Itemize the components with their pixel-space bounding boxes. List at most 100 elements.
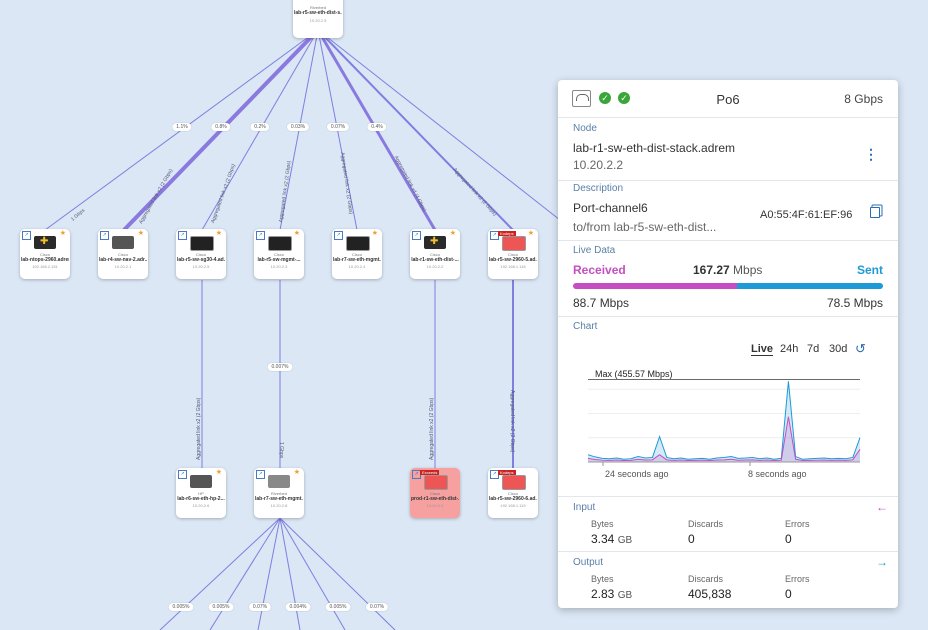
cisco-switch-icon — [424, 475, 448, 490]
cisco-switch-icon — [346, 236, 370, 251]
section-label: Chart — [573, 321, 598, 332]
chart-section: Chart Live 24h 7d 30d ↺ Max (455.57 Mbps… — [558, 316, 898, 497]
description-section: Description Port-channel6 to/from lab-r5… — [558, 180, 898, 241]
discards-label: Discards — [688, 519, 724, 529]
star-icon: ★ — [215, 230, 222, 237]
device-node[interactable]: ↗ ★ Cisco lab-r4-sw-nav-2.adr... 10.20.2.… — [98, 229, 148, 279]
received-value: 88.7 Mbps — [573, 296, 630, 310]
sent-label: Sent — [856, 263, 883, 277]
history-icon[interactable]: ↺ — [855, 341, 866, 357]
output-discards: 405,838 — [688, 587, 732, 601]
device-node[interactable]: ↗ ★ Cisco lab-r5-sw-sg30-4.ad... 10.20.2.… — [176, 229, 226, 279]
edge-utilization-label[interactable]: 0.005% — [168, 603, 194, 611]
edge-utilization-label[interactable]: 1.1% — [172, 123, 192, 131]
interface-speed: 8 Gbps — [844, 92, 883, 106]
output-section: Output → Bytes Discards Errors 2.83 GB 4… — [558, 551, 898, 609]
edge-utilization-label[interactable]: 0.8% — [211, 123, 231, 131]
node-info-icon[interactable]: ↗ — [256, 231, 265, 240]
edge-utilization-label[interactable]: 0.4% — [367, 123, 387, 131]
node-info-icon[interactable]: ↗ — [178, 231, 187, 240]
section-label: Description — [573, 183, 624, 194]
device-node[interactable]: ↗ ★ Cisco lab-r5-sw-mgmt-... 10.20.2.3 — [254, 229, 304, 279]
device-node[interactable]: ↗ Exceeds Cisco prod-r1-sw-eth-dist-... … — [410, 468, 460, 518]
cisco-switch-icon — [268, 236, 292, 251]
node-name[interactable]: lab-r1-sw-eth-dist-stack.adrem — [573, 141, 735, 155]
input-discards: 0 — [688, 532, 695, 546]
star-icon: ★ — [59, 230, 66, 237]
series-line — [588, 416, 861, 462]
device-node[interactable]: ↗ ★ Kodeps Cisco lab-r5-sw-2960-5.ad... 1… — [488, 229, 538, 279]
star-icon: ★ — [137, 230, 144, 237]
tab-live[interactable]: Live — [751, 343, 774, 356]
link-label: Aggregated link x2 (2 Gbps) — [509, 390, 515, 453]
more-menu-icon[interactable]: ⋮ — [864, 146, 878, 163]
section-label: Node — [573, 123, 597, 134]
errors-label: Errors — [785, 519, 810, 529]
node-info-icon[interactable]: ↗ — [256, 470, 265, 479]
peer-description: to/from lab-r5-sw-eth-dist... — [573, 220, 717, 234]
input-bytes: 3.34 GB — [591, 532, 633, 546]
device-node[interactable]: ↗ ★ Cisco lab-r7-sw-eth-mgmt... 10.20.2.4 — [332, 229, 382, 279]
errors-label: Errors — [785, 574, 810, 584]
edge-utilization-label[interactable]: 0.005% — [208, 603, 234, 611]
received-bar — [573, 283, 738, 289]
tab-24h[interactable]: 24h — [780, 343, 798, 355]
server-icon — [112, 236, 134, 249]
warning-device-icon — [34, 236, 56, 249]
edge-utilization-label[interactable]: 0.03% — [286, 123, 310, 131]
panel-header: ✓ ✓ Po6 8 Gbps — [558, 80, 898, 117]
node-info-icon[interactable]: ↗ — [178, 470, 187, 479]
live-data-section: Live Data Received 167.27 Mbps Sent 88.7… — [558, 240, 898, 317]
link-details-panel: ✓ ✓ Po6 8 Gbps Node lab-r1-sw-eth-dist-s… — [558, 80, 898, 608]
discards-label: Discards — [688, 574, 724, 584]
node-info-icon[interactable]: ↗ — [334, 231, 343, 240]
bytes-label: Bytes — [591, 574, 614, 584]
edge-utilization-label[interactable]: 0.004% — [285, 603, 311, 611]
series-line — [588, 381, 861, 460]
node-info-icon[interactable]: ↗ — [22, 231, 31, 240]
cisco-switch-icon — [502, 475, 526, 490]
copy-icon[interactable] — [870, 207, 880, 218]
bytes-label: Bytes — [591, 519, 614, 529]
star-icon: ★ — [527, 230, 534, 237]
throughput-bar — [573, 283, 883, 289]
node-info-icon[interactable]: ↗ — [412, 231, 421, 240]
tab-30d[interactable]: 30d — [829, 343, 847, 355]
traffic-chart[interactable] — [588, 365, 868, 480]
max-label: Max (455.57 Mbps) — [595, 369, 673, 379]
device-node[interactable]: Riverbed lab-r5-sw-eth-dist-s... 10.20.2… — [293, 0, 343, 38]
device-node[interactable]: ↗★ Cisco lab-ntops-2960.adrem 192.168.2.… — [20, 229, 70, 279]
port-name: Port-channel6 — [573, 201, 648, 215]
star-icon: ★ — [293, 469, 300, 476]
node-section: Node lab-r1-sw-eth-dist-stack.adrem 10.2… — [558, 117, 898, 181]
switch-icon — [268, 475, 290, 488]
x-tick-label: 8 seconds ago — [748, 469, 807, 479]
device-node[interactable]: ↗★ Cisco lab-r1-sw-eth-dist-... 10.20.2.… — [410, 229, 460, 279]
device-node[interactable]: ↗ ★ HP lab-r6-sw-eth-hp-2... 10.20.2.6 — [176, 468, 226, 518]
sent-bar — [737, 283, 883, 289]
x-tick-label: 24 seconds ago — [605, 469, 669, 479]
edge-utilization-label[interactable]: 0.2% — [250, 123, 270, 131]
section-label: Input — [573, 502, 596, 513]
edge-utilization-label[interactable]: 0.07% — [248, 603, 272, 611]
input-section: Input ← Bytes Discards Errors 3.34 GB 0 … — [558, 496, 898, 552]
link-label: Aggregated link x2 (2 Gbps) — [196, 397, 202, 460]
device-node[interactable]: ↗ Kodeps Cisco lab-r5-sw-2960-6.ad... 19… — [488, 468, 538, 518]
total-throughput: 167.27 Mbps — [693, 263, 763, 277]
mac-address: A0:55:4F:61:EF:96 — [760, 209, 853, 221]
series-area — [588, 416, 860, 462]
warning-device-icon — [424, 236, 446, 249]
cisco-switch-icon — [190, 236, 214, 251]
edge-utilization-label[interactable]: 0.005% — [325, 603, 351, 611]
link-label: Aggregated link x2 (2 Gbps) — [429, 397, 435, 460]
arrow-right-icon: → — [876, 555, 888, 569]
edge-utilization-label[interactable]: 0.007% — [267, 363, 293, 371]
edge-utilization-label[interactable]: 0.07% — [365, 603, 389, 611]
section-label: Live Data — [573, 245, 616, 256]
device-node[interactable]: ↗ ★ Riverbed lab-r7-sw-eth-mgmt... 10.20.… — [254, 468, 304, 518]
tab-7d[interactable]: 7d — [807, 343, 819, 355]
received-label: Received — [573, 263, 626, 277]
input-errors: 0 — [785, 532, 792, 546]
edge-utilization-label[interactable]: 0.07% — [326, 123, 350, 131]
node-info-icon[interactable]: ↗ — [100, 231, 109, 240]
